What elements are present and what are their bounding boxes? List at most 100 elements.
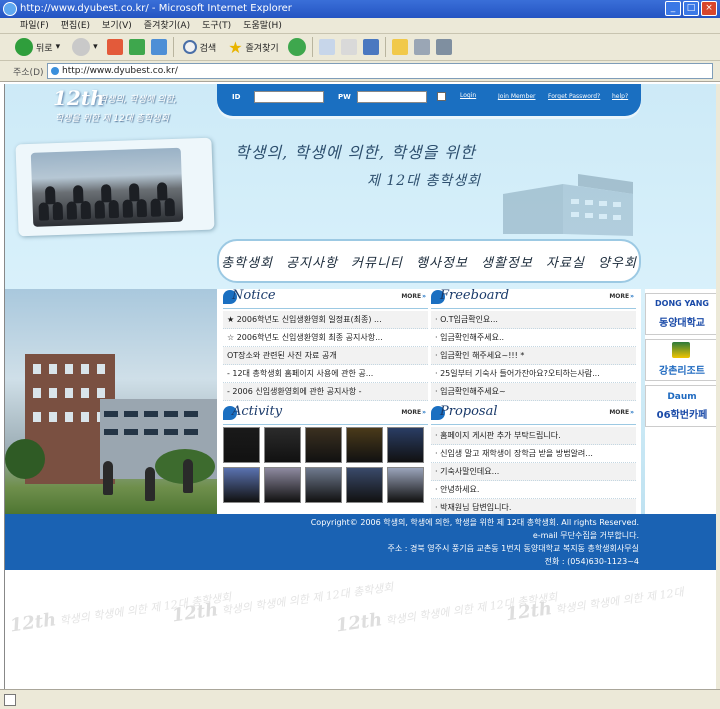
help-link[interactable]: help? xyxy=(612,93,628,100)
activity-thumbnail[interactable] xyxy=(305,427,342,463)
activity-thumbnail[interactable] xyxy=(223,467,260,503)
footer-phone: 전화 : (054)630-1123~4 xyxy=(544,557,639,566)
activity-thumbnail[interactable] xyxy=(346,467,383,503)
list-item[interactable]: OT장소와 관련된 사진 자료 공개 xyxy=(223,347,428,365)
list-item[interactable]: ☆ 2006학년도 신입생환영회 최종 공지사항... xyxy=(223,329,428,347)
toolbar: 뒤로 ▾ ▾ 검색 ★ 즐겨찾기 xyxy=(0,34,720,61)
list-item[interactable]: · 안녕하세요. xyxy=(431,481,636,499)
list-item[interactable]: · 25일부터 기숙사 들어가잔아요?오티하는사람... xyxy=(431,365,636,383)
nav-community[interactable]: 커뮤니티 xyxy=(351,256,403,271)
scrollbar[interactable] xyxy=(716,84,720,689)
list-item[interactable]: · 입금확인해주세요~ xyxy=(431,383,636,401)
activity-thumbnail[interactable] xyxy=(305,467,342,503)
group-photo-image xyxy=(30,147,184,227)
nav-notice[interactable]: 공지사항 xyxy=(286,256,338,271)
cafe-banner[interactable]: Daum 06학번카페 xyxy=(645,385,716,427)
freeboard-title: Freeboard xyxy=(440,288,510,303)
nav-student-council[interactable]: 총학생회 xyxy=(221,256,273,271)
password-input[interactable] xyxy=(357,91,427,103)
list-item[interactable]: · 기숙사말인데요... xyxy=(431,463,636,481)
list-item[interactable]: · 입금확인해주세요.. xyxy=(431,329,636,347)
edit-icon[interactable] xyxy=(362,39,379,55)
resort-banner-text: 강촌리조트 xyxy=(659,366,705,377)
list-item[interactable]: · 신입생 말고 재학생이 장학금 받을 방법알려... xyxy=(431,445,636,463)
star-icon: ★ xyxy=(228,37,243,57)
logo-line2: 학생을 위한 제 12대 총학생회 xyxy=(55,114,169,124)
nav-events[interactable]: 행사정보 xyxy=(416,256,468,271)
slogan-line1: 학생의, 학생에 의한, 학생을 위한 xyxy=(235,143,476,162)
activity-thumbnail[interactable] xyxy=(387,467,424,503)
cafe-banner-top: Daum xyxy=(667,392,697,402)
logo-line1: 학생의, 학생에 의한, xyxy=(99,95,177,105)
footer-email-notice: e-mail 무단수집을 거부합니다. xyxy=(532,531,639,540)
menu-tools[interactable]: 도구(T) xyxy=(196,18,237,33)
freeboard-more-link[interactable]: MORE xyxy=(609,293,634,300)
history-icon[interactable] xyxy=(287,38,306,56)
resort-logo-icon xyxy=(672,342,690,358)
footer-copyright: Copyright© 2006 학생의, 학생에 의한, 학생을 위한 제 12… xyxy=(310,518,639,527)
dongyang-banner[interactable]: DONG YANG 동양대학교 xyxy=(645,293,716,335)
folder-icon[interactable] xyxy=(391,39,408,55)
page-status-icon xyxy=(4,694,16,706)
group-photo xyxy=(15,137,215,237)
tools-icon[interactable] xyxy=(435,39,452,55)
back-button[interactable]: 뒤로 ▾ xyxy=(12,36,63,58)
list-item[interactable]: - 2006 신입생환영회에 관한 공지사항 - xyxy=(223,383,428,401)
forward-button[interactable]: ▾ xyxy=(69,36,101,58)
id-label: ID xyxy=(232,93,241,101)
nav-alumni[interactable]: 양우회 xyxy=(598,256,637,271)
notice-more-link[interactable]: MORE xyxy=(401,293,426,300)
activity-thumbnail[interactable] xyxy=(346,427,383,463)
forgot-password-link[interactable]: Forget Password? xyxy=(548,93,600,100)
menu-file[interactable]: 파일(F) xyxy=(14,18,55,33)
list-item[interactable]: · 홈페이지 게시판 추가 부탁드립니다. xyxy=(431,427,636,445)
nav-archive[interactable]: 자료실 xyxy=(546,256,585,271)
background-watermark: 12th 학생의 학생에 의한 제 12대 총학생회 12th 학생의 학생에 … xyxy=(5,570,716,689)
maximize-button[interactable]: □ xyxy=(683,1,699,16)
notice-title: Notice xyxy=(232,288,276,303)
favorites-button[interactable]: ★ 즐겨찾기 xyxy=(225,36,281,58)
activity-title: Activity xyxy=(232,404,283,419)
messenger-icon[interactable] xyxy=(413,39,430,55)
resort-banner[interactable]: 강촌리조트 xyxy=(645,339,716,381)
login-button[interactable]: Login xyxy=(460,92,476,99)
window-title: http://www.dyubest.co.kr/ - Microsoft In… xyxy=(20,3,292,14)
nav-life-info[interactable]: 생활정보 xyxy=(481,256,533,271)
remember-checkbox[interactable] xyxy=(437,92,446,101)
toolbar-divider xyxy=(172,37,174,57)
address-input[interactable]: http://www.dyubest.co.kr/ xyxy=(47,63,713,79)
menu-help[interactable]: 도움말(H) xyxy=(237,18,288,33)
list-item[interactable]: ★ 2006학년도 신입생환영회 일정표(최종) ... xyxy=(223,311,428,329)
building-illustration xyxy=(503,174,633,236)
activity-thumbnail[interactable] xyxy=(223,427,260,463)
toolbar-divider xyxy=(384,37,386,57)
stop-icon[interactable] xyxy=(106,39,123,55)
minimize-button[interactable]: _ xyxy=(665,1,681,16)
id-input[interactable] xyxy=(254,91,324,103)
print-icon[interactable] xyxy=(340,39,357,55)
banner-column: DONG YANG 동양대학교 강촌리조트 Daum 06학번카페 xyxy=(645,289,716,514)
activity-more-link[interactable]: MORE xyxy=(401,409,426,416)
activity-thumbnail[interactable] xyxy=(264,467,301,503)
list-item[interactable]: · O.T입금확인요... xyxy=(431,311,636,329)
close-button[interactable]: × xyxy=(701,1,717,16)
mail-icon[interactable] xyxy=(318,39,335,55)
proposal-more-link[interactable]: MORE xyxy=(609,409,634,416)
menu-view[interactable]: 보기(V) xyxy=(96,18,138,33)
cafe-banner-bottom: 06학번카페 xyxy=(656,410,708,421)
refresh-icon[interactable] xyxy=(128,39,145,55)
list-item[interactable]: · 입금확인 해주세요~!!! * xyxy=(431,347,636,365)
list-item[interactable]: - 12대 총학생회 홈페이지 사용에 관한 공... xyxy=(223,365,428,383)
activity-thumbnail[interactable] xyxy=(387,427,424,463)
window-controls: _ □ × xyxy=(665,1,717,16)
logo-number: 12th xyxy=(53,86,105,110)
activity-thumbnail[interactable] xyxy=(264,427,301,463)
menu-favorites[interactable]: 즐겨찾기(A) xyxy=(138,18,196,33)
search-button[interactable]: 검색 xyxy=(180,36,220,58)
join-member-link[interactable]: Join Member xyxy=(498,93,536,100)
site-logo[interactable]: 12th 학생의, 학생에 의한, 학생을 위한 제 12대 총학생회 xyxy=(43,86,223,128)
ie-icon xyxy=(3,2,17,16)
home-icon[interactable] xyxy=(150,39,167,55)
menu-edit[interactable]: 편집(E) xyxy=(55,18,96,33)
toolbar-divider xyxy=(311,37,313,57)
